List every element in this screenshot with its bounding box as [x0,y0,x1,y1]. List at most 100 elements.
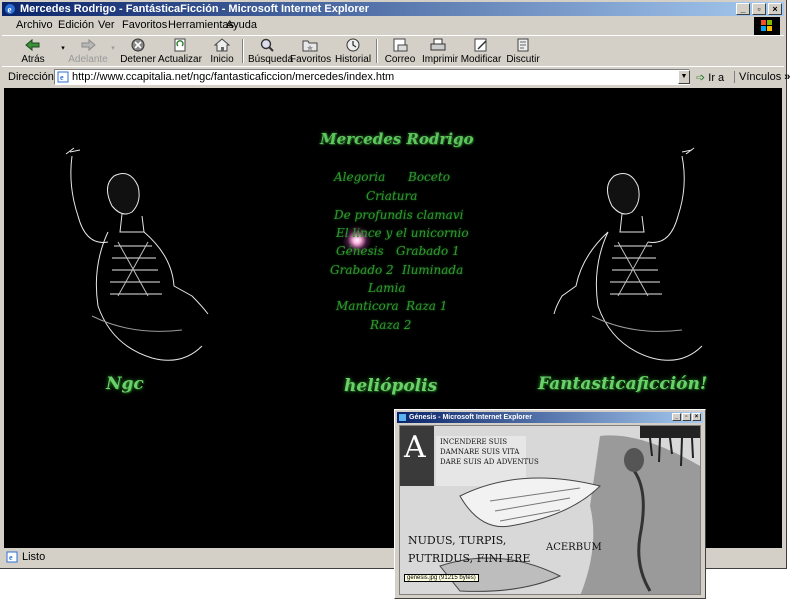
close-button[interactable]: × [768,3,782,15]
link-grabado-2[interactable]: Grabado 2 [330,263,394,277]
back-button[interactable]: Atrás [18,37,48,65]
link-alegoria[interactable]: Alegoria [334,170,385,184]
refresh-button[interactable]: Actualizar [158,37,202,65]
stop-button[interactable]: Detener [120,37,156,65]
address-bar: Dirección e http://www.ccapitalia.net/ng… [2,66,790,87]
maximize-button[interactable]: ▫ [752,3,766,15]
mail-label: Correo [384,54,416,65]
page-heading: Mercedes Rodrigo [320,130,474,148]
image-tooltip: genesis.jpg (91215 bytes) [404,574,479,582]
left-figure-image [65,147,209,361]
menu-herramientas[interactable]: Herramientas [168,19,234,31]
fantasticaficcion-link[interactable]: Fantasticaficción! [538,374,707,394]
engraving-acerbum: ACERBUM [546,542,602,553]
menu-favoritos[interactable]: Favoritos [122,19,167,31]
discuss-label: Discutir [506,54,540,65]
edit-icon [474,38,487,52]
home-icon [213,38,231,52]
refresh-icon [174,38,186,52]
history-icon [346,38,360,52]
stop-label: Detener [120,54,156,65]
menu-edicion[interactable]: Edición [58,19,94,31]
ie-logo-icon: e [5,4,15,15]
link-de-profundis[interactable]: De profundis clamavi [334,208,463,222]
initial-letter: A [404,430,426,465]
windows-logo-icon [754,17,780,35]
menu-ayuda[interactable]: Ayuda [226,19,257,31]
svg-text:e: e [9,553,13,562]
engraving-line-3: DARE SUIS AD ADVENTUS [440,458,539,466]
go-button[interactable]: ➩ Ir a [696,71,724,84]
link-raza-2[interactable]: Raza 2 [370,318,411,332]
favorites-label: Favoritos [290,54,332,65]
link-grabado-1[interactable]: Grabado 1 [396,244,460,258]
printer-icon [430,38,446,51]
chevron-right-icon: » [784,71,791,83]
link-criatura[interactable]: Criatura [366,189,417,203]
engraving-line-1: INCENDERE SUIS [440,438,508,446]
genesis-image: A INCENDERE SUIS DAMNARE SUIS VITA DARE … [399,425,701,595]
favorites-button[interactable]: Favoritos [290,37,332,65]
window-title: Mercedes Rodrigo - FantásticaFicción - M… [20,3,370,15]
search-icon [260,38,274,52]
links-label: Vínculos [739,71,782,83]
svg-text:e: e [60,73,64,82]
discuss-button[interactable]: Discutir [506,37,540,65]
link-raza-1[interactable]: Raza 1 [406,299,447,313]
address-dropdown[interactable]: ▼ [678,70,690,84]
ngc-link[interactable]: Ngc [106,374,144,394]
minimize-button[interactable]: _ [736,3,750,15]
edit-button[interactable]: Modificar [460,37,502,65]
engraving-line-2: DAMNARE SUIS VITA [440,448,520,456]
go-arrow-icon: ➩ [696,72,706,84]
mail-button[interactable]: Correo [382,37,418,65]
toolbar-separator [376,39,378,63]
page-icon: e [57,71,69,83]
edit-label: Modificar [460,54,502,65]
popup-close-button[interactable]: × [692,413,701,421]
back-arrow-icon [25,38,40,52]
forward-arrow-icon [81,38,96,52]
history-label: Historial [334,54,372,65]
search-label: Búsqueda [248,54,294,65]
link-iluminada[interactable]: Iluminada [402,263,463,277]
engraving-nudus: NUDUS, TURPIS, [408,534,507,547]
stop-icon [131,38,145,52]
popup-ie-icon [399,414,406,421]
popup-minimize-button[interactable]: _ [672,413,681,421]
print-button[interactable]: Imprimir [422,37,459,65]
forward-button[interactable]: Adelante [68,37,108,65]
link-manticora[interactable]: Manticora [336,299,399,313]
link-boceto[interactable]: Boceto [408,170,450,184]
back-label: Atrás [21,54,45,65]
svg-text:e: e [8,5,12,15]
address-input[interactable]: e http://www.ccapitalia.net/ngc/fantasti… [54,69,690,85]
print-label: Imprimir [422,54,459,65]
links-button[interactable]: Vínculos » [734,71,790,83]
status-page-icon: e [6,551,18,563]
address-url: http://www.ccapitalia.net/ngc/fantastica… [72,71,395,83]
history-button[interactable]: Historial [334,37,372,65]
link-genesis[interactable]: Génesis [336,244,384,258]
status-text: Listo [22,551,46,563]
discuss-icon [517,38,529,52]
mail-icon [393,38,408,52]
toolbar: Atrás ▾ Adelante ▾ Detener Actualizar In… [2,35,784,67]
menu-ver[interactable]: Ver [98,19,115,31]
engraving-putridus: PUTRIDUS, FINI ERE [408,552,531,565]
popup-title: Génesis - Microsoft Internet Explorer [409,414,532,421]
home-label: Inicio [210,54,234,65]
heliopolis-link[interactable]: heliópolis [344,376,437,396]
favorites-folder-icon [302,40,318,52]
popup-maximize-button[interactable]: ▫ [682,413,691,421]
link-el-lince[interactable]: El lince y el unicornio [336,226,469,240]
search-button[interactable]: Búsqueda [248,37,294,65]
toolbar-separator [242,39,244,63]
popup-title-bar: Génesis - Microsoft Internet Explorer _ … [397,412,703,423]
menu-archivo[interactable]: Archivo [16,19,53,31]
link-lamia[interactable]: Lamia [368,281,406,295]
menu-bar: Archivo Edición Ver Favoritos Herramient… [2,17,784,34]
address-label: Dirección [8,71,54,83]
home-button[interactable]: Inicio [206,37,238,65]
genesis-popup-window: Génesis - Microsoft Internet Explorer _ … [394,409,706,599]
